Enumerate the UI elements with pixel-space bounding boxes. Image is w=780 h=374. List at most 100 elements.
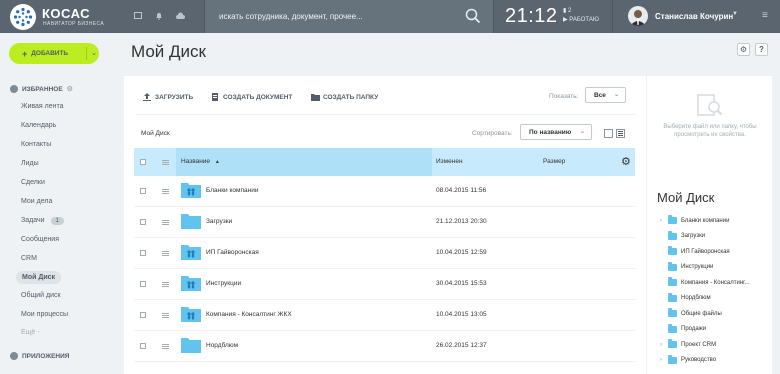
file-name[interactable]: ИП Гайворонская <box>206 249 259 256</box>
column-modified[interactable]: Изменен <box>436 158 463 165</box>
tree-item-label: ИП Гайворонская <box>681 248 730 255</box>
column-size[interactable]: Размер <box>543 158 565 165</box>
workday-status: РАБОТАЮ <box>569 17 599 23</box>
clock-status[interactable]: ▮ 2 ▶ РАБОТАЮ <box>563 7 599 25</box>
folder-icon <box>668 308 677 317</box>
sidebar-item[interactable]: Контакты <box>21 141 51 148</box>
file-name[interactable]: Компания - Консалтинг ЖКХ <box>206 311 292 318</box>
chevron-right-icon[interactable]: › <box>660 342 668 348</box>
sidebar-item[interactable]: Мои дела <box>21 198 52 205</box>
row-checkbox[interactable] <box>140 343 146 349</box>
tree-item[interactable]: ИП Гайворонская <box>660 246 730 255</box>
sidebar-item[interactable]: Лиды <box>21 160 39 167</box>
create-folder-button[interactable]: СОЗДАТЬ ПАПКУ <box>311 93 378 101</box>
select-all-checkbox[interactable] <box>140 159 146 165</box>
table-row[interactable]: ИП Гайворонская 10.04.2015 12:59 <box>134 238 635 269</box>
list-view-icon[interactable] <box>616 129 625 138</box>
tree-item[interactable]: Загрузки <box>660 230 705 240</box>
tree-item[interactable]: › Руководство <box>660 354 716 364</box>
row-checkbox[interactable] <box>140 188 146 194</box>
apps-header[interactable]: ПРИЛОЖЕНИЯ <box>10 352 69 360</box>
row-menu-icon[interactable] <box>162 313 169 318</box>
avatar[interactable] <box>628 6 648 26</box>
row-checkbox[interactable] <box>140 312 146 318</box>
add-button[interactable]: + ДОБАВИТЬ ⌄ <box>9 43 99 64</box>
column-name-label: Название <box>181 158 211 165</box>
menu-icon[interactable]: ≡ <box>762 10 768 21</box>
add-button-label: ДОБАВИТЬ <box>31 50 69 57</box>
folder-icon <box>668 292 677 302</box>
column-name[interactable]: Название ▲ <box>181 158 220 165</box>
table-row[interactable]: Загрузки 21.12.2013 20:30 <box>134 207 635 238</box>
sidebar-item[interactable]: Задачи 1 <box>21 217 64 225</box>
tree-item[interactable]: Общие файлы <box>660 308 722 317</box>
row-menu-icon[interactable] <box>162 189 169 194</box>
table-row[interactable]: Компания - Консалтинг ЖКХ 10.04.2015 13:0… <box>134 300 635 331</box>
logo-icon[interactable] <box>10 4 36 30</box>
chevron-down-icon[interactable]: ▼ <box>732 11 738 17</box>
apps-title: ПРИЛОЖЕНИЯ <box>22 352 70 360</box>
sidebar-item[interactable]: Сделки <box>21 179 45 186</box>
sort-select[interactable]: По названию ⌄ <box>520 124 592 140</box>
create-document-button[interactable]: СОЗДАТЬ ДОКУМЕНТ <box>211 93 292 101</box>
sidebar-item[interactable]: Календарь <box>21 122 56 129</box>
cloud-icon[interactable] <box>176 12 185 20</box>
help-button[interactable]: ? <box>755 43 768 56</box>
tree-item[interactable]: Продажи <box>660 323 706 333</box>
row-menu-icon[interactable] <box>162 344 169 349</box>
chat-icon[interactable] <box>134 12 142 20</box>
gear-icon[interactable]: ⚙ <box>67 85 73 93</box>
sidebar-item[interactable]: Мои процессы <box>21 311 68 318</box>
table-row[interactable]: Нордблюм 26.02.2015 12:37 <box>134 331 635 362</box>
row-menu-icon[interactable] <box>162 282 169 287</box>
tree-item[interactable]: › Проект CRM <box>660 339 717 348</box>
sidebar-item[interactable]: Ещё - <box>21 329 40 336</box>
tree-item[interactable]: Нордблюм <box>660 292 711 302</box>
sidebar-item[interactable]: Сообщения <box>21 236 59 243</box>
row-checkbox[interactable] <box>140 281 146 287</box>
sidebar-item-label: CRM <box>21 255 37 262</box>
upload-button[interactable]: ЗАГРУЗИТЬ <box>143 93 193 101</box>
row-checkbox[interactable] <box>140 219 146 225</box>
search-bar[interactable]: искать сотрудника, документ, прочее... <box>204 0 494 33</box>
clock[interactable]: 21:12 <box>505 5 558 28</box>
search-icon[interactable] <box>465 8 481 24</box>
tree-item[interactable]: Инструкции <box>660 261 713 271</box>
tree-item[interactable]: › Бланки компании <box>660 215 729 224</box>
tree-item-label: Проект CRM <box>681 341 717 348</box>
divider <box>86 47 87 60</box>
file-name[interactable]: Бланки компании <box>206 187 258 194</box>
chevron-right-icon[interactable]: › <box>660 218 668 224</box>
tile-view-icon[interactable] <box>604 129 613 138</box>
table-row[interactable]: Инструкции 30.04.2015 15:53 <box>134 269 635 300</box>
favorites-header[interactable]: ИЗБРАННОЕ ⚙ <box>10 85 73 93</box>
sidebar-item[interactable]: Общий диск <box>21 292 61 299</box>
chevron-right-icon[interactable]: › <box>660 357 668 363</box>
sidebar-item[interactable]: Мой Диск <box>16 271 62 284</box>
file-name[interactable]: Загрузки <box>206 218 232 225</box>
modified-date: 30.04.2015 15:53 <box>436 280 487 287</box>
row-checkbox[interactable] <box>140 250 146 256</box>
tree-item[interactable]: Компания - Консалтинг... <box>660 277 750 286</box>
file-name[interactable]: Инструкции <box>206 280 241 287</box>
sort-label: Сортировать: <box>472 130 513 137</box>
user-name[interactable]: Станислав Кочурин <box>655 12 733 21</box>
settings-button[interactable]: ⚙ <box>737 43 750 56</box>
sidebar-item[interactable]: Живая лента <box>21 103 64 110</box>
bell-icon[interactable] <box>155 12 163 20</box>
tree-title: Мой Диск <box>657 190 715 205</box>
sidebar-item[interactable]: CRM <box>21 255 37 262</box>
chevron-down-icon[interactable]: ⌄ <box>91 49 97 57</box>
table-row[interactable]: Бланки компании 08.04.2015 11:56 <box>134 176 635 207</box>
file-name[interactable]: Нордблюм <box>206 342 238 349</box>
folder-icon <box>668 215 677 224</box>
column-menu-icon[interactable] <box>162 160 169 165</box>
breadcrumb[interactable]: Мой Диск <box>141 130 170 137</box>
gear-icon[interactable]: ⚙ <box>621 155 631 168</box>
show-filter-select[interactable]: Все ⌄ <box>585 87 626 103</box>
row-menu-icon[interactable] <box>162 220 169 225</box>
sidebar-item-label: Задачи <box>21 217 45 224</box>
search-input[interactable]: искать сотрудника, документ, прочее... <box>219 12 363 21</box>
row-menu-icon[interactable] <box>162 251 169 256</box>
left-sidebar: + ДОБАВИТЬ ⌄ ИЗБРАННОЕ ⚙ Живая лента Кале… <box>0 33 112 374</box>
